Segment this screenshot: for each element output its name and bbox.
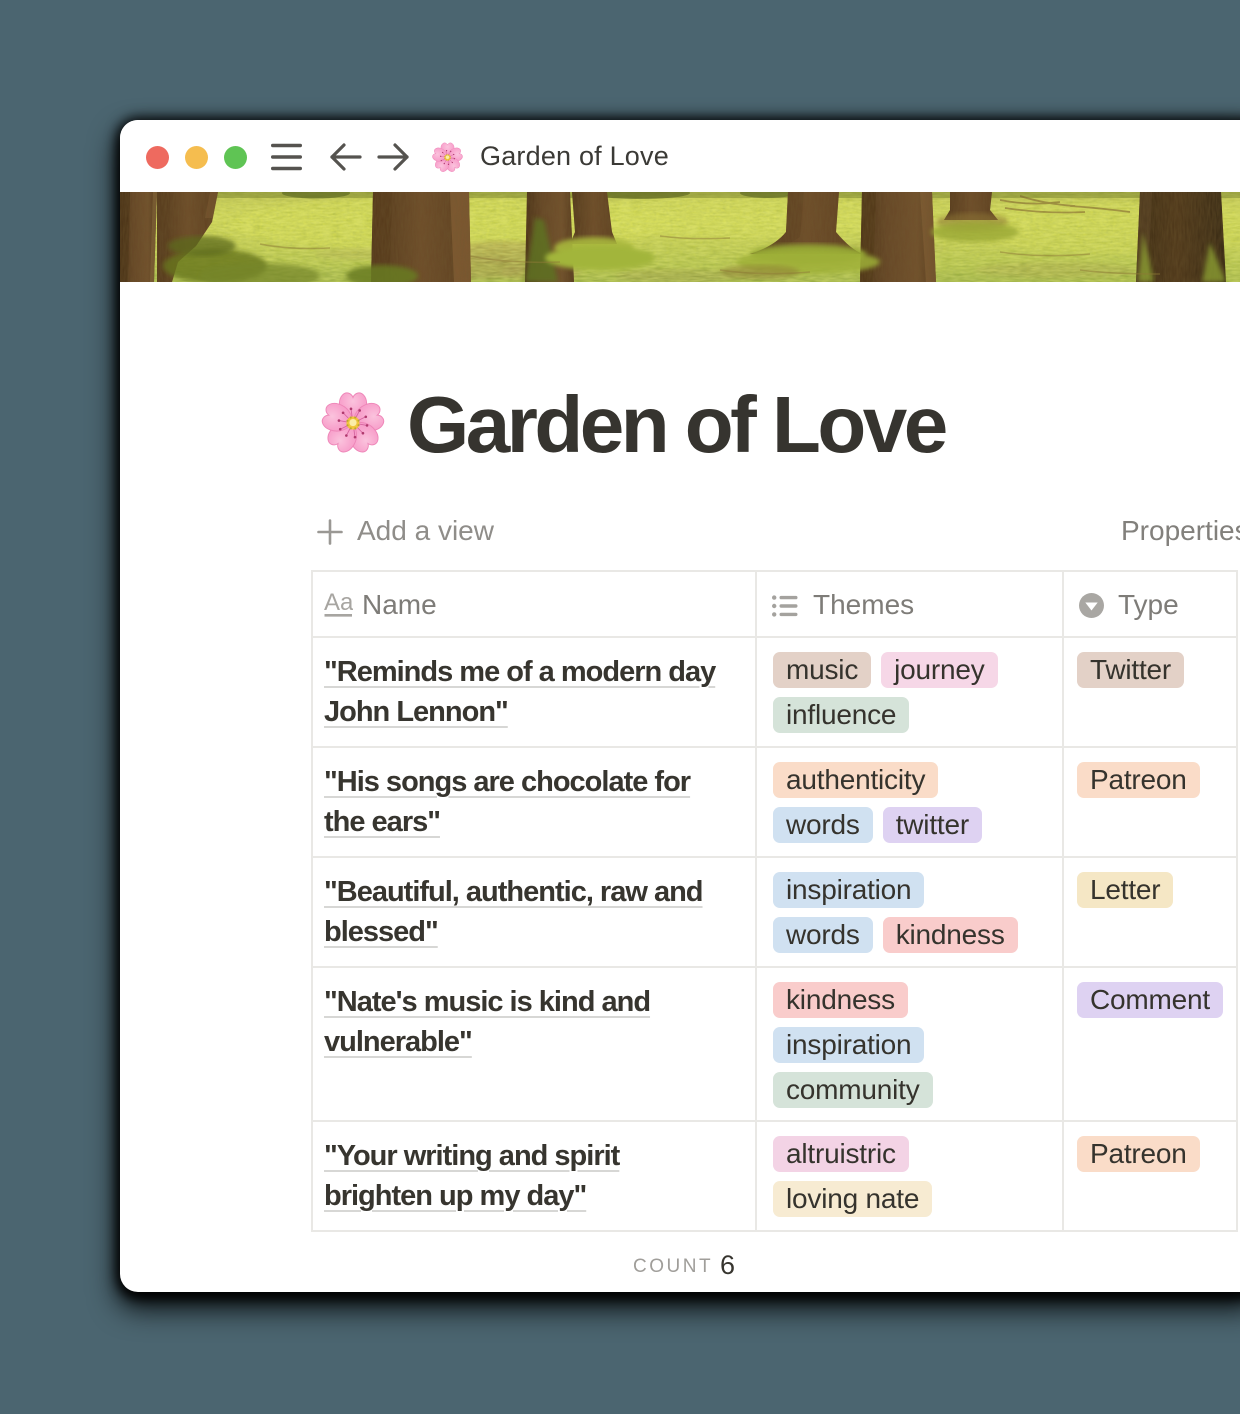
svg-text:Aa: Aa (324, 590, 353, 616)
